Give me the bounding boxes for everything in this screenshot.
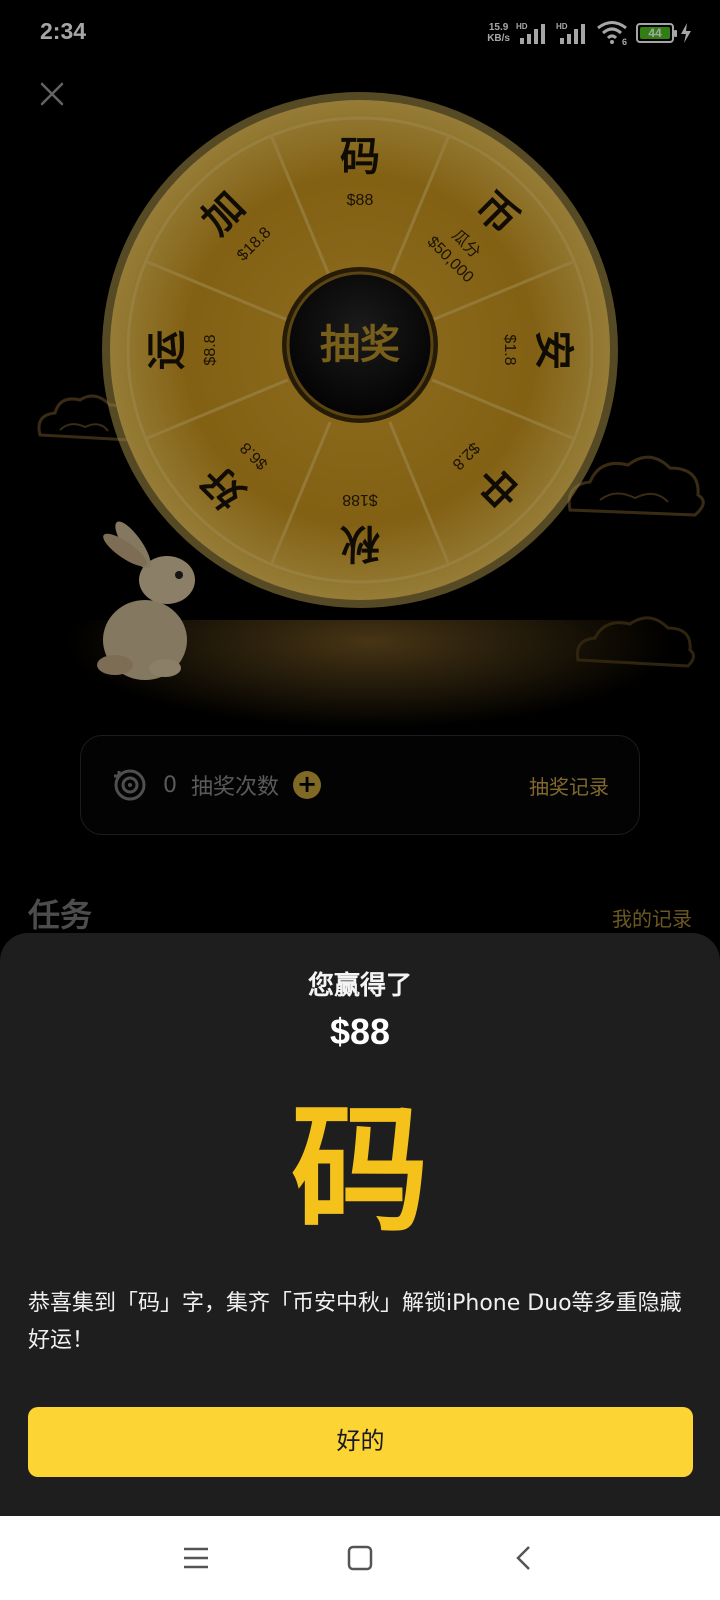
sheet-title: 您赢得了 (307, 971, 412, 1001)
back-chevron-icon[interactable] (507, 1541, 541, 1575)
system-nav-bar (0, 1516, 720, 1600)
won-character: 码 (290, 1090, 429, 1251)
win-amount: $88 (329, 1011, 391, 1052)
home-square-icon[interactable] (343, 1541, 377, 1575)
ok-button[interactable]: 好的 (28, 1407, 693, 1477)
win-result-sheet: 您赢得了 $88 码 恭喜集到「码」字，集齐「币安中秋」解锁iPhone Duo… (0, 933, 720, 1516)
win-description: 恭喜集到「码」字，集齐「币安中秋」解锁iPhone Duo等多重隐藏好运！ (28, 1291, 682, 1353)
menu-icon[interactable] (179, 1541, 213, 1575)
